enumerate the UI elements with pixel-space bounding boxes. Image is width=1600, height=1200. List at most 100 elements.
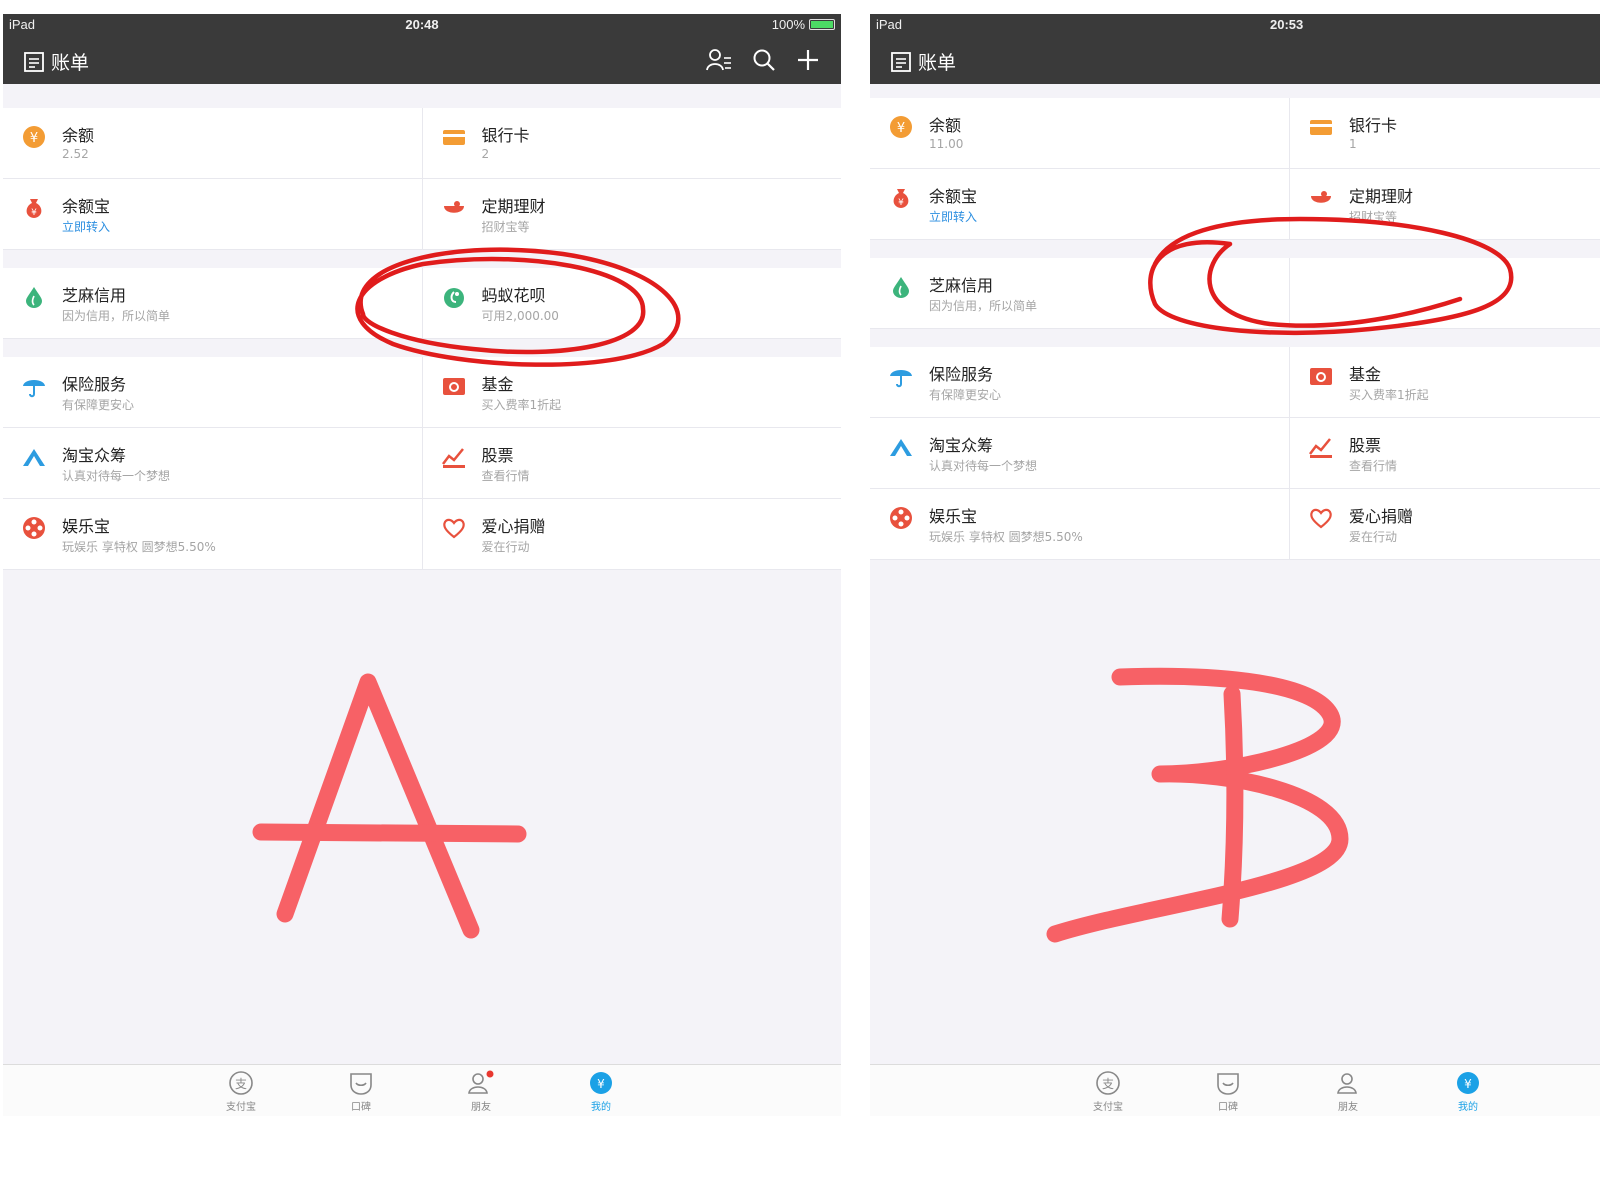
cell-subtitle: 11.00 [929,137,964,151]
grid-row: 保险服务 有保障更安心 基金 买入费率1折起 [870,347,1600,418]
cell-title: 芝麻信用 [62,286,127,305]
grid-row: ¥ 余额 11.00 银行卡 1 [870,98,1600,169]
tab-friends[interactable]: 朋友 [1318,1070,1378,1113]
cell-subtitle: 玩娱乐 享特权 圆梦想5.50% [62,540,216,554]
tab-koubei[interactable]: 口碑 [1198,1070,1258,1113]
cell-title: 余额 [929,116,962,135]
tab-label: 支付宝 [226,1102,256,1113]
grid-row: ¥ 余额 2.52 银行卡 2 [3,108,841,179]
section-gap [870,240,1600,258]
svg-text:¥: ¥ [31,208,37,218]
transfer-in-link[interactable]: 立即转入 [929,208,977,225]
cell-sesame-credit[interactable]: 芝麻信用 因为信用，所以简单 [870,258,1289,328]
tab-label: 朋友 [1338,1102,1358,1113]
cell-crowdfunding[interactable]: 淘宝众筹 认真对待每一个梦想 [3,428,422,498]
umbrella-icon [890,370,912,388]
cell-title: 银行卡 [481,126,530,145]
svg-text:支: 支 [1102,1077,1114,1091]
cell-balance[interactable]: ¥ 余额 11.00 [870,98,1289,168]
bank-card-icon [1310,120,1332,135]
nav-bar: 账单 [3,36,841,84]
asset-grid: ¥ 余额 11.00 银行卡 1 ¥ 余额宝 立即转入 定期理财 招财宝等 芝麻… [870,98,1600,560]
tab-koubei[interactable]: 口碑 [331,1070,391,1113]
grid-row: ¥ 余额宝 立即转入 定期理财 招财宝等 [3,179,841,250]
film-reel-icon [890,507,912,529]
cell-empty [1289,258,1600,328]
nav-title: 账单 [918,52,957,74]
cell-fixed-finance[interactable]: 定期理财 招财宝等 [1289,169,1600,239]
svg-text:支: 支 [235,1077,247,1091]
cell-title: 淘宝众筹 [929,436,994,455]
battery-indicator: 100% [772,17,835,32]
cell-subtitle: 招财宝等 [1349,210,1398,224]
cell-stocks[interactable]: 股票 查看行情 [1289,418,1600,488]
alipay-icon: 支 [1096,1071,1120,1095]
cell-subtitle: 爱在行动 [481,540,530,554]
cell-huabei[interactable]: 蚂蚁花呗 可用2,000.00 [421,268,842,338]
bill-button[interactable]: 账单 [23,48,89,75]
tab-label: 我的 [591,1102,611,1113]
clock: 20:48 [405,17,439,32]
tab-label: 我的 [1458,1102,1478,1113]
umbrella-icon [23,380,45,398]
section-gap [3,339,841,357]
transfer-in-link[interactable]: 立即转入 [62,218,110,235]
cell-fund[interactable]: 基金 买入费率1折起 [421,357,842,427]
cell-yuebao[interactable]: ¥ 余额宝 立即转入 [870,169,1289,239]
cell-title: 股票 [1349,436,1382,455]
contacts-icon[interactable] [705,47,733,73]
cell-title: 定期理财 [1349,187,1414,206]
bill-icon [891,51,911,72]
cell-yuebao[interactable]: ¥ 余额宝 立即转入 [3,179,422,249]
cell-donation[interactable]: 爱心捐赠 爱在行动 [1289,489,1600,559]
tab-mine[interactable]: ¥ 我的 [571,1070,631,1113]
nav-bar: 账单 [870,36,1600,84]
clock: 20:53 [1270,17,1304,32]
svg-text:¥: ¥ [30,131,38,146]
cell-title: 银行卡 [1349,116,1398,135]
nav-title: 账单 [51,52,90,74]
grid-row: 娱乐宝 玩娱乐 享特权 圆梦想5.50% 爱心捐赠 爱在行动 [3,499,841,570]
bill-button[interactable]: 账单 [890,48,956,75]
cell-balance[interactable]: ¥ 余额 2.52 [3,108,422,178]
cell-subtitle: 买入费率1折起 [1349,388,1429,402]
cell-subtitle: 爱在行动 [1349,530,1398,544]
cell-bank-card[interactable]: 银行卡 1 [1289,98,1600,168]
heart-icon [442,518,465,539]
cell-bank-card[interactable]: 银行卡 2 [421,108,842,178]
yuan-coin-icon: ¥ [23,126,45,148]
cell-fund[interactable]: 基金 买入费率1折起 [1289,347,1600,417]
cell-subtitle: 认真对待每一个梦想 [929,459,1038,473]
svg-text:¥: ¥ [898,198,904,208]
svg-text:¥: ¥ [597,1077,605,1091]
search-icon[interactable] [751,47,777,73]
friends-icon [1337,1073,1357,1094]
mine-yuan-icon: ¥ [590,1072,612,1094]
huabei-icon [443,288,464,308]
cell-subtitle: 可用2,000.00 [481,309,559,323]
tab-alipay[interactable]: 支 支付宝 [211,1070,271,1113]
add-icon[interactable] [795,47,821,73]
tab-mine[interactable]: ¥ 我的 [1438,1070,1498,1113]
tab-alipay[interactable]: 支 支付宝 [1078,1070,1138,1113]
cell-yulebao[interactable]: 娱乐宝 玩娱乐 享特权 圆梦想5.50% [3,499,422,569]
cell-stocks[interactable]: 股票 查看行情 [421,428,842,498]
bill-icon [24,51,44,72]
device-label: iPad [876,17,903,32]
cell-insurance[interactable]: 保险服务 有保障更安心 [3,357,422,427]
cell-title: 保险服务 [929,365,994,384]
cell-donation[interactable]: 爱心捐赠 爱在行动 [421,499,842,569]
tab-label: 朋友 [471,1102,491,1113]
screen-b: iPad 20:53 账单 ¥ 余额 11.00 银行卡 1 ¥ 余额宝 立即转… [870,14,1600,1116]
cell-fixed-finance[interactable]: 定期理财 招财宝等 [421,179,842,249]
tab-friends[interactable]: 朋友 [451,1070,511,1113]
cell-yulebao[interactable]: 娱乐宝 玩娱乐 享特权 圆梦想5.50% [870,489,1289,559]
cell-title: 保险服务 [62,375,127,394]
svg-text:¥: ¥ [1464,1077,1472,1091]
grid-row: 芝麻信用 因为信用，所以简单 蚂蚁花呗 可用2,000.00 [3,268,841,339]
crowdfund-icon [23,449,45,466]
cell-sesame-credit[interactable]: 芝麻信用 因为信用，所以简单 [3,268,422,338]
cell-insurance[interactable]: 保险服务 有保障更安心 [870,347,1289,417]
cell-crowdfunding[interactable]: 淘宝众筹 认真对待每一个梦想 [870,418,1289,488]
cell-title: 爱心捐赠 [481,517,546,536]
